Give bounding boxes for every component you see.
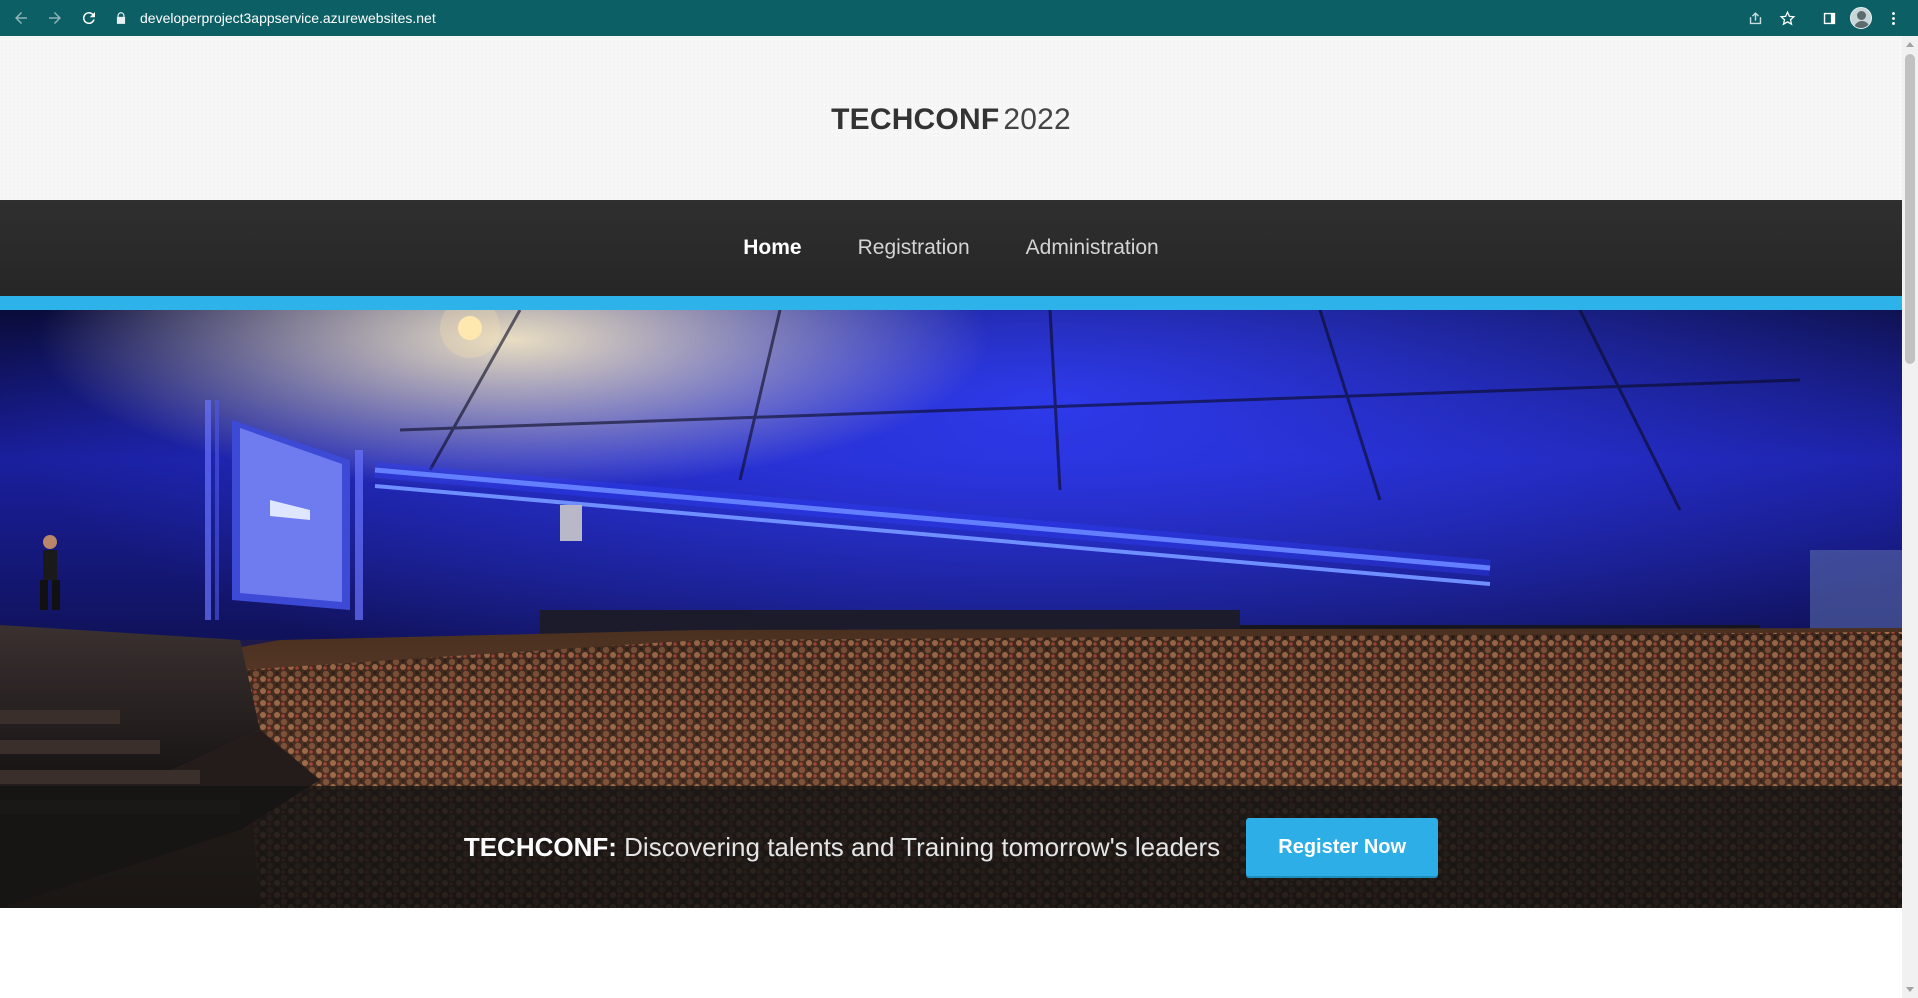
- site-header: TECHCONF 2022: [0, 36, 1902, 200]
- back-button[interactable]: [6, 3, 36, 33]
- scroll-down-icon[interactable]: [1906, 987, 1914, 992]
- reload-icon: [82, 12, 95, 25]
- logo-year: 2022: [1003, 103, 1071, 136]
- scrollbar-thumb[interactable]: [1905, 54, 1915, 364]
- page-viewport: TECHCONF 2022 Home Registration Administr…: [0, 36, 1918, 998]
- kebab-menu-icon: [1891, 11, 1895, 25]
- page: TECHCONF 2022 Home Registration Administr…: [0, 36, 1902, 998]
- avatar: [1850, 7, 1872, 29]
- share-button[interactable]: [1740, 3, 1770, 33]
- page-scrollbar[interactable]: [1902, 36, 1918, 998]
- nav-item-administration[interactable]: Administration: [998, 236, 1187, 260]
- logo-brand: TECHCONF: [831, 103, 1000, 136]
- main-nav: Home Registration Administration: [0, 200, 1902, 306]
- hero-tagline: TECHCONF: Discovering talents and Traini…: [464, 832, 1220, 863]
- url-text: developerproject3appservice.azurewebsite…: [140, 10, 436, 26]
- hero: TECHCONF: Discovering talents and Traini…: [0, 310, 1902, 908]
- lock-icon: [114, 11, 128, 25]
- arrow-right-icon: [49, 12, 61, 24]
- address-bar[interactable]: developerproject3appservice.azurewebsite…: [114, 4, 1738, 32]
- side-panel-button[interactable]: [1814, 3, 1844, 33]
- reload-button[interactable]: [74, 3, 104, 33]
- site-logo[interactable]: TECHCONF 2022: [831, 103, 1071, 137]
- register-now-button[interactable]: Register Now: [1246, 818, 1439, 876]
- hero-banner: TECHCONF: Discovering talents and Traini…: [0, 786, 1902, 908]
- side-panel-icon: [1823, 12, 1835, 24]
- nav-list: Home Registration Administration: [715, 236, 1187, 306]
- star-icon: [1779, 10, 1795, 25]
- nav-item-home[interactable]: Home: [715, 236, 829, 306]
- tagline-brand: TECHCONF:: [463, 831, 617, 862]
- forward-button[interactable]: [40, 3, 70, 33]
- tagline-text: Discovering talents and Training tomorro…: [624, 831, 1221, 862]
- bookmark-button[interactable]: [1772, 3, 1802, 33]
- profile-button[interactable]: [1846, 3, 1876, 33]
- arrow-left-icon: [15, 12, 27, 24]
- browser-toolbar: developerproject3appservice.azurewebsite…: [0, 0, 1918, 36]
- scroll-up-icon[interactable]: [1906, 42, 1914, 47]
- browser-menu-button[interactable]: [1878, 3, 1908, 33]
- nav-accent-bar: [0, 296, 1902, 310]
- share-icon: [1749, 11, 1761, 24]
- nav-item-registration[interactable]: Registration: [830, 236, 998, 260]
